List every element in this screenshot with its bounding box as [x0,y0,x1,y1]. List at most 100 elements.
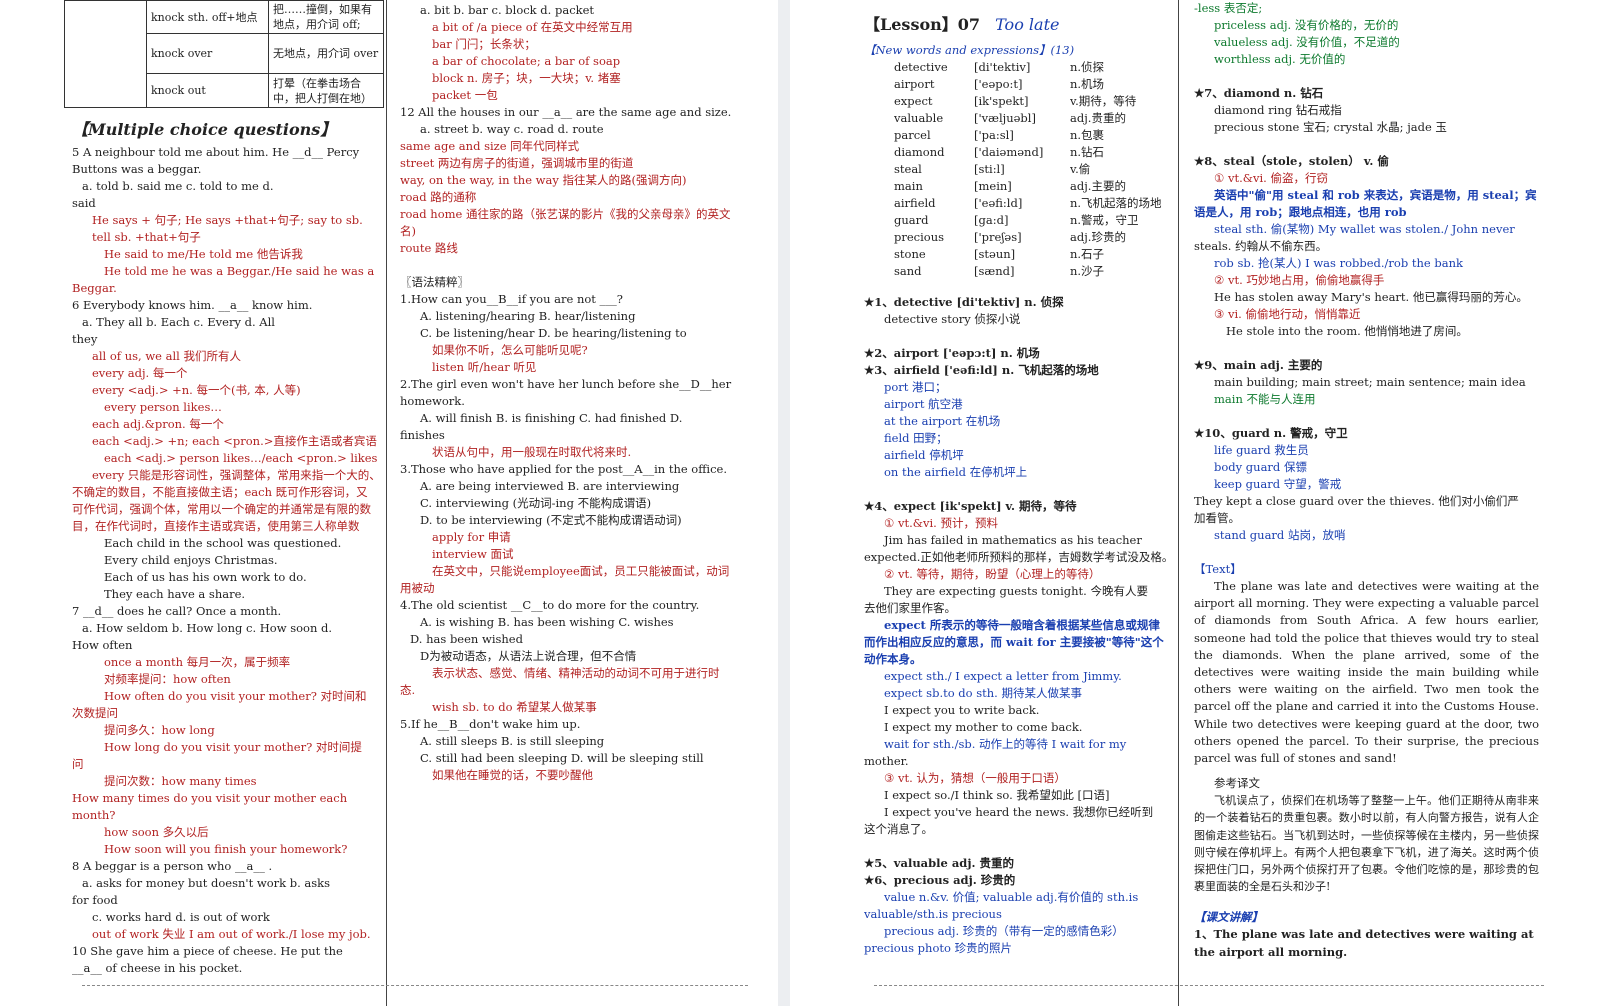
vocab-phonetic: [ik'spekt] [974,94,1029,108]
text-line: priceless adj. 没有价格的，无价的 [1214,18,1399,32]
text-line: ★6、precious adj. 珍贵的 [864,873,1016,887]
text-line: ② vt. 巧妙地占用，偷偷地赢得手 [1214,273,1385,287]
text-line: He stole into the room. 他悄悄地进了房间。 [1226,324,1468,338]
text-line: He has stolen away Mary's heart. 他已赢得玛丽的… [1214,290,1528,304]
text-line: He says + 句子; He says +that+句子; say to s… [92,213,363,227]
text-line: route 路线 [400,241,458,255]
text-line: main 不能与人连用 [1214,392,1316,406]
text-line: main building; main street; main sentenc… [1214,375,1526,389]
text-line: 提问多久：how long [104,723,215,737]
vocab-meaning: n.石子 [1070,247,1105,261]
text-line: ① vt.&vi. 预计，预料 [884,516,998,530]
text-line: rob sb. 抢(某人) I was robbed./rob the bank [1214,256,1463,270]
text-line: c. works hard d. is out of work [92,910,270,924]
text-line: how soon 多久以后 [104,825,209,839]
text-line: ★8、steal（stole，stolen） v. 偷 [1194,154,1389,168]
text-line: ★2、airport ['eəpɔ:t] n. 机场 [864,346,1040,360]
column-3-lines: ★1、detective [di'tektiv] n. 侦探 detective … [864,294,1174,957]
text-line: He said to me/He told me 他告诉我 [104,247,303,261]
vocab-phonetic: [ga:d] [974,213,1009,227]
vocab-phonetic: ['væljuəbl] [974,111,1036,125]
text-line: every person likes… [104,400,222,414]
text-line: 5 A neighbour told me about him. He __d_… [72,145,360,159]
text-line: packet 一包 [432,88,498,102]
text-line: D. has been wished [410,632,523,646]
text-line: They each have a share. [104,587,246,601]
text-line: Jim has failed in mathematics as his tea… [884,533,1142,547]
text-line: 〖语法精粹〗 [400,275,469,289]
explanation-item: 1、The plane was late and detectives were… [1194,927,1534,959]
text-line: ① vt.&vi. 偷盗，行窃 [1214,171,1328,185]
lesson-title: Too late [995,15,1060,34]
text-line: Each child in the school was questioned. [104,536,342,550]
vocab-word: parcel [894,128,931,142]
text-line: ★4、expect [ik'spekt] v. 期待，等待 [864,499,1077,513]
vocab-meaning: v.期待，等待 [1070,94,1137,108]
vocab-word: diamond [894,145,945,159]
text-line: each <adj.> person likes…/each <pron.> l… [104,451,378,465]
text-line: field 田野； [884,431,948,445]
vocab-meaning: n.包裹 [1070,128,1105,142]
text-line: 8 A beggar is a person who __a__ . [72,859,273,873]
text-line: bar 门闩；长条状； [432,37,536,51]
text-line: I expect so./I think so. 我希望如此 [口语] [884,788,1110,802]
text-line: I expect my mother to come back. [884,720,1083,734]
vocab-meaning: n.侦探 [1070,60,1105,74]
text-line: worthless adj. 无价值的 [1214,52,1346,66]
vocab-phonetic: [stəun] [974,247,1016,261]
text-line: expect sth./ I expect a letter from Jimm… [884,669,1122,683]
text-line: a. They all b. Each c. Every d. All [82,315,275,329]
text-line: He told me he was a Beggar./He said he w… [104,264,375,278]
text-line: a bit of /a piece of 在英文中经常互用 [432,20,633,34]
text-line: 6 Everybody knows him. __a__ know him. [72,298,313,312]
text-line: way, on the way, in the way 指往某人的路(强调方向) [400,173,687,187]
table-cell: knock over [146,33,269,74]
vocab-phonetic: [sænd] [974,264,1015,278]
vocab-phonetic: [mein] [974,179,1012,193]
vocab-word: expect [894,94,933,108]
text-line: D. to be interviewing (不定式不能构成谓语动词) [420,513,682,527]
text-line: A. will finish B. is finishing C. had fi… [420,411,683,425]
text-line: out of work 失业 I am out of work./I lose … [92,927,371,941]
left-page: knock sth. off+地点 把……撞倒，如果有地点，用介词 off; k… [0,0,778,1006]
text-line: detective story 侦探小说 [884,312,1021,326]
text-line: 加看管。 [1194,511,1240,525]
text-line: road home 通往家的路（张艺谋的影片《我的父亲母亲》的英文 [400,207,731,221]
text-line: airport 航空港 [884,397,963,411]
text-line: How many times do you visit your mother … [72,791,348,805]
text-line: 提问次数：how many times [104,774,257,788]
column-4-lines: -less 表否定; priceless adj. 没有价格的，无价的 valuel… [1194,0,1539,578]
table-cell: 打晕（在拳击场合中，把人打倒在地） [268,73,384,108]
text-line: 语是人，用 rob；跟地点相连，也用 rob [1194,205,1407,219]
text-line: ★1、detective [di'tektiv] n. 侦探 [864,295,1064,309]
text-line: ③ vi. 偷偷地行动，悄悄靠近 [1214,307,1361,321]
table-cell: 无地点，用介词 over [268,33,384,74]
lesson-number: 【Lesson】07 [864,15,981,34]
text-line: a. street b. way c. road d. route [420,122,604,136]
vocab-meaning: adj.贵重的 [1070,111,1126,125]
text-line: How often do you visit your mother? 对时间和 [104,689,367,703]
text-line: homework. [400,394,465,408]
text-line: How often [72,638,133,652]
text-line: keep guard 守望，警戒 [1214,477,1342,491]
text-line: 【Text】 [1194,562,1242,576]
vocab-phonetic: ['eəpo:t] [974,77,1023,91]
text-line: 态. [400,683,416,697]
column-divider [386,0,387,1006]
text-line: 状语从句中，用一般现在时取代将来时. [432,445,632,459]
text-line: apply for 申请 [432,530,511,544]
text-line: wish sb. to do 希望某人做某事 [432,700,597,714]
text-line: 表示状态、感觉、情绪、精神活动的动词不可用于进行时 [432,666,720,680]
vocab-meaning: n.飞机起落的场地 [1070,196,1162,210]
text-line: -less 表否定; [1194,1,1263,15]
text-line: I expect you to write back. [884,703,1040,717]
text-line: 如果你不听，怎么可能听见呢? [432,343,588,357]
text-line: street 两边有房子的街道，强调城市里的街道 [400,156,634,170]
text-line: Buttons was a beggar. [72,162,202,176]
table-cell: 把……撞倒，如果有地点，用介词 off; [268,0,384,34]
text-line: Beggar. [72,281,117,295]
